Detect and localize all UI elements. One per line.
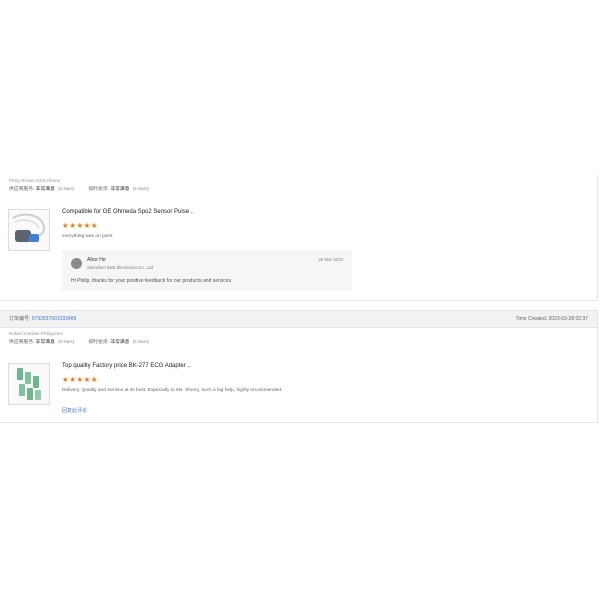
review-text: everything was on point: [62, 234, 113, 239]
rating-label: 供应商服务:: [9, 187, 35, 192]
buyer-name: Rafael Sambile-Philippines: [9, 331, 63, 336]
reply-message: Hi Philip, thanks for your positive feed…: [71, 278, 232, 284]
time-created: Time Created: 2023-03-28 02:37: [515, 316, 588, 322]
reply-date: 28 Mar 2023: [318, 257, 343, 262]
rating-stars-text: (5 stars): [132, 186, 149, 191]
on-time-delivery-rating: 按时发货: 非常满意 (5 stars): [88, 185, 149, 192]
rating-stars: ★★★★★: [62, 221, 99, 230]
ecg-adapter-image: [17, 368, 41, 400]
product-image[interactable]: [8, 209, 50, 251]
rating-stars: ★★★★★: [62, 375, 99, 384]
order-label: 订单编号:: [9, 316, 31, 322]
supplier-service-rating: 供应商服务: 非常满意 (5 stars): [9, 185, 74, 192]
on-time-delivery-rating: 按时发货: 非常满意 (5 stars): [88, 338, 149, 345]
review-text: Delivery, Quality and Service at its bes…: [62, 388, 283, 393]
rating-value: 非常满意: [35, 187, 55, 192]
ratings-row: 供应商服务: 非常满意 (5 stars) 按时发货: 非常满意 (5 star…: [0, 185, 597, 192]
seller-reply: Alice He Shenzhen Best Electronics Co., …: [62, 250, 352, 291]
buyer-name: Philip Brown-Gdol-Ghana: [9, 178, 61, 183]
rating-value: 非常满意: [110, 340, 130, 345]
reply-company: Shenzhen Best Electronics Co., Ltd: [87, 265, 153, 270]
rating-stars-text: (5 stars): [132, 339, 149, 344]
product-title[interactable]: Top quality Factory price BK-277 ECG Ada…: [62, 363, 191, 369]
rating-label: 按时发货:: [88, 187, 109, 192]
sensor-cable-image: [12, 213, 45, 242]
rating-label: 按时发货:: [88, 340, 109, 345]
product-image[interactable]: [8, 363, 50, 405]
rating-value: 非常满意: [110, 187, 130, 192]
ratings-row: 供应商服务: 非常满意 (5 stars) 按时发货: 非常满意 (5 star…: [0, 338, 597, 345]
rating-value: 非常满意: [35, 340, 55, 345]
rating-stars-text: (5 stars): [58, 339, 75, 344]
product-title[interactable]: Compatible for GE Ohmeda Spo2 Sensor Pul…: [62, 209, 194, 215]
reply-review-link[interactable]: 回复此评论: [62, 407, 87, 414]
avatar: [71, 258, 82, 269]
review-card: Philip Brown-Gdol-Ghana 供应商服务: 非常满意 (5 s…: [0, 175, 598, 301]
order-number-group: 订单编号: 9792837001033489: [9, 311, 76, 327]
rating-label: 供应商服务:: [9, 340, 35, 345]
order-number-link[interactable]: 9792837001033489: [32, 316, 77, 322]
reply-author: Alice He: [87, 257, 106, 263]
supplier-service-rating: 供应商服务: 非常满意 (5 stars): [9, 338, 74, 345]
order-header: 订单编号: 9792837001033489 Time Created: 202…: [0, 311, 597, 328]
order-card: 订单编号: 9792837001033489 Time Created: 202…: [0, 310, 598, 423]
rating-stars-text: (5 stars): [58, 186, 75, 191]
